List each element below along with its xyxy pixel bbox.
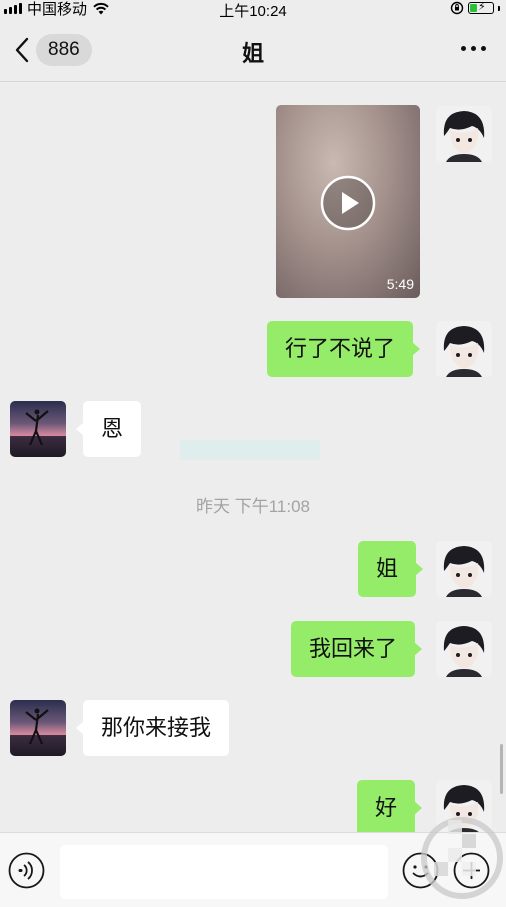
status-right: ⚡	[450, 1, 500, 15]
battery-charging-icon: ⚡	[468, 1, 494, 14]
message-bubble-sent[interactable]: 行了不说了	[267, 321, 421, 377]
more-icon	[461, 46, 486, 51]
scrollbar[interactable]	[500, 744, 503, 794]
avatar-boy-icon	[436, 321, 492, 377]
faint-overlay	[180, 440, 320, 460]
avatar[interactable]	[436, 106, 492, 162]
avatar[interactable]	[436, 621, 492, 677]
unread-count-badge: 886	[36, 34, 92, 66]
avatar[interactable]	[436, 541, 492, 597]
message-bubble-sent[interactable]: 好	[357, 780, 423, 832]
orientation-lock-icon	[450, 1, 464, 15]
message-bubble-received[interactable]: 那你来接我	[75, 700, 230, 756]
nav-bar: 886 姐	[0, 20, 506, 82]
message-bubble-sent[interactable]: 我回来了	[291, 621, 423, 677]
video-message[interactable]: 5:49	[276, 105, 420, 298]
avatar-boy-icon	[436, 106, 492, 162]
chevron-left-icon	[15, 37, 29, 63]
message-bubble-sent[interactable]: 姐	[358, 541, 424, 597]
avatar[interactable]	[10, 401, 66, 457]
avatar[interactable]	[10, 700, 66, 756]
avatar-silhouette-icon	[25, 409, 49, 446]
more-button[interactable]	[461, 46, 486, 51]
avatar-boy-icon	[436, 541, 492, 597]
play-icon	[320, 175, 376, 231]
avatar[interactable]	[436, 321, 492, 377]
avatar-silhouette-icon	[25, 708, 49, 745]
watermark-mosaic	[421, 817, 503, 899]
chat-timestamp: 昨天 下午11:08	[195, 497, 310, 516]
message-input[interactable]	[60, 845, 388, 899]
back-button[interactable]: 886	[14, 34, 92, 66]
status-time: 上午10:24	[219, 3, 287, 20]
avatar-boy-icon	[436, 621, 492, 677]
chat-area[interactable]: 5:49 行了不说了 恩 昨天 下午11:08 姐 我回来了 那你来接我 好	[0, 82, 506, 832]
video-duration: 5:49	[386, 276, 414, 292]
battery-tip	[498, 5, 500, 11]
status-bar: 中国移动 上午10:24 ⚡	[0, 0, 506, 20]
message-bubble-received[interactable]: 恩	[75, 401, 142, 457]
voice-icon[interactable]	[8, 852, 45, 889]
